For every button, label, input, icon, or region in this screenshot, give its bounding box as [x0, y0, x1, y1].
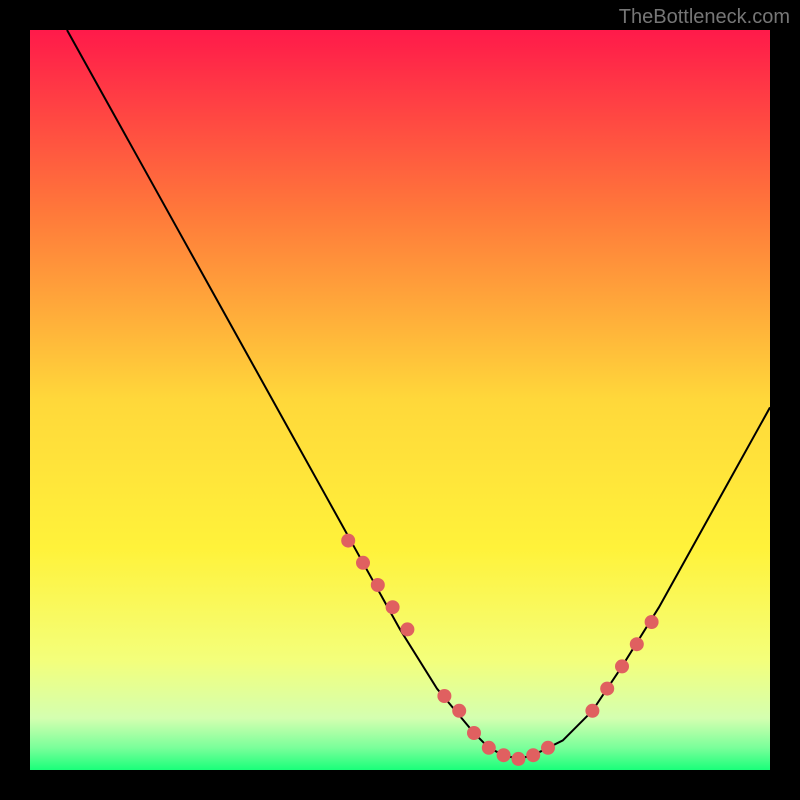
marker-dot [585, 704, 599, 718]
marker-dot [386, 600, 400, 614]
marker-dot [437, 689, 451, 703]
marker-dot [400, 622, 414, 636]
marker-dot [467, 726, 481, 740]
marker-dot [615, 659, 629, 673]
marker-dot [630, 637, 644, 651]
marker-dot [541, 741, 555, 755]
marker-dot [645, 615, 659, 629]
gradient-background [30, 30, 770, 770]
marker-dot [511, 752, 525, 766]
marker-dot [482, 741, 496, 755]
watermark-text: TheBottleneck.com [619, 6, 790, 29]
marker-dot [452, 704, 466, 718]
marker-dot [497, 748, 511, 762]
marker-dot [526, 748, 540, 762]
chart-svg [30, 30, 770, 770]
marker-dot [371, 578, 385, 592]
marker-dot [600, 682, 614, 696]
chart-plot-area [30, 30, 770, 770]
marker-dot [356, 556, 370, 570]
marker-dot [341, 534, 355, 548]
chart-container: TheBottleneck.com [0, 0, 800, 800]
